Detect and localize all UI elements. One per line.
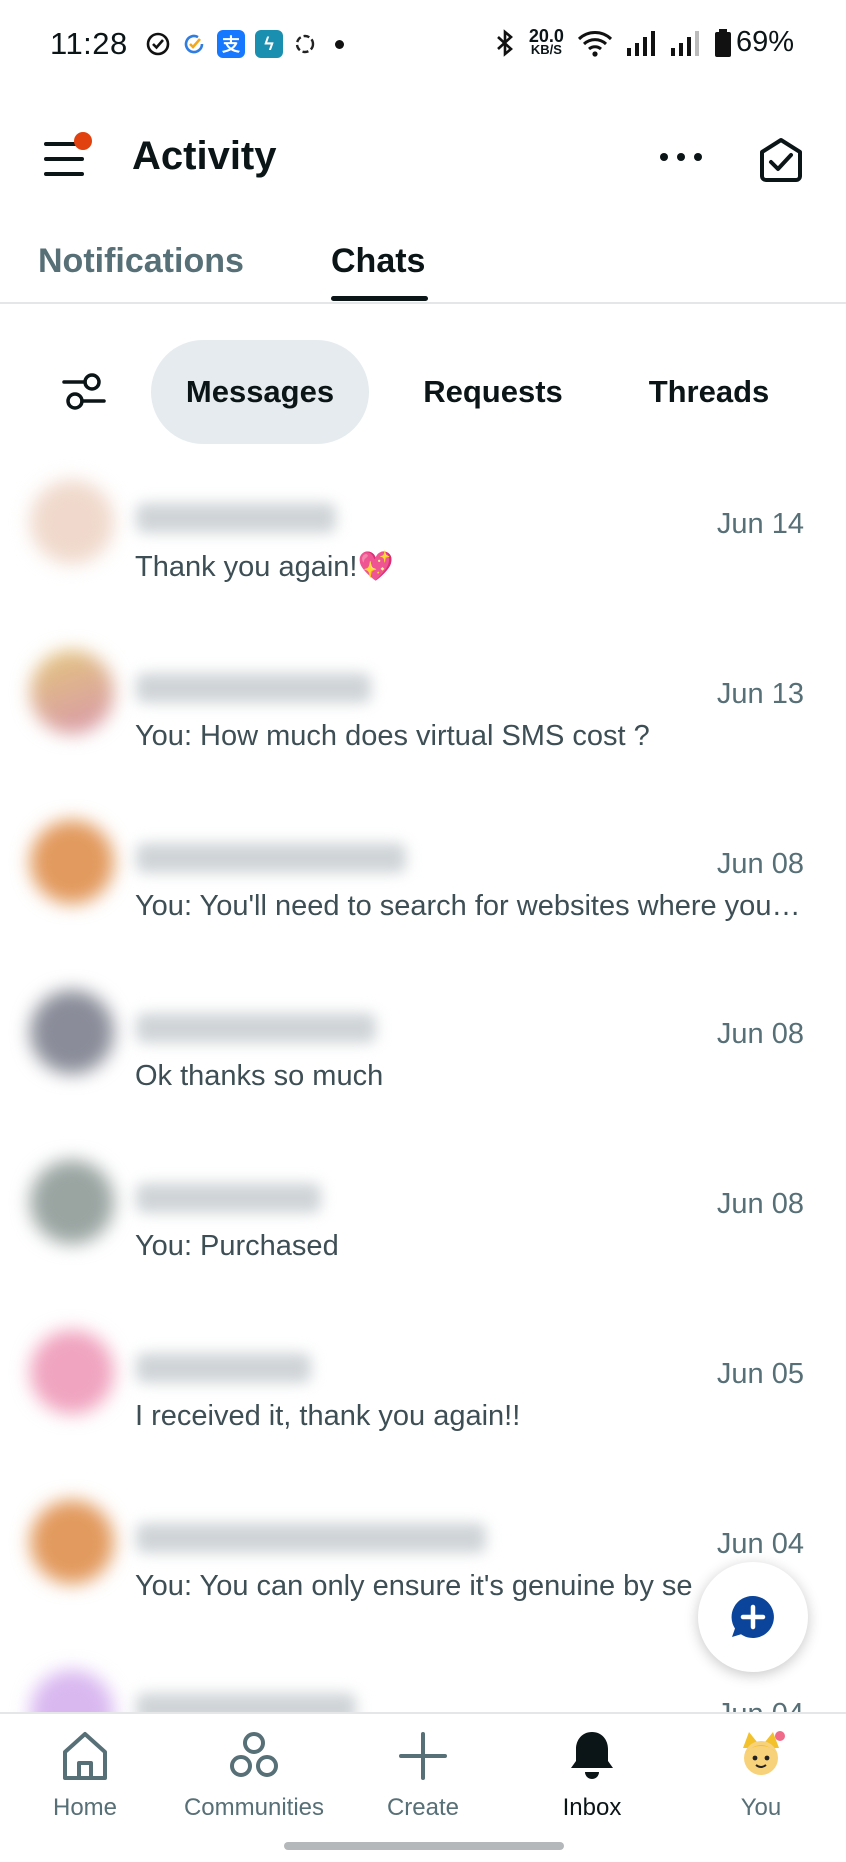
chat-list-item[interactable]: Jun 05 I received it, thank you again!! <box>0 1320 846 1490</box>
chat-preview: You: Purchased <box>135 1230 339 1262</box>
chat-list-item[interactable]: Jun 08 You: Purchased <box>0 1150 846 1320</box>
filter-icon[interactable] <box>62 370 106 414</box>
avatar <box>30 650 114 734</box>
status-notification-icons: 支 ϟ <box>145 30 344 58</box>
avatar <box>30 990 114 1074</box>
mark-read-icon[interactable] <box>756 136 806 186</box>
chat-preview: Ok thanks so much <box>135 1060 384 1092</box>
nav-communities-label: Communities <box>183 1794 325 1821</box>
chat-preview: I received it, thank you again!! <box>135 1400 521 1432</box>
battery-percent: 69% <box>735 26 794 58</box>
chat-username-blurred <box>136 503 336 533</box>
new-chat-button[interactable] <box>698 1562 808 1672</box>
network-speed: 20.0 KB/S <box>529 27 564 57</box>
nav-create-label: Create <box>386 1794 460 1821</box>
nav-communities[interactable]: Communities <box>179 1728 329 1822</box>
status-system-icons: 20.0 KB/S 69% <box>493 26 794 59</box>
battery-icon <box>714 28 731 57</box>
check-circle-icon <box>146 32 170 56</box>
chat-date: Jun 08 <box>716 1018 804 1050</box>
chat-date: Jun 08 <box>716 848 804 880</box>
avatar <box>30 1500 114 1584</box>
notification-dot-icon <box>74 132 92 150</box>
chat-preview: Thank you again!💖 <box>135 551 394 583</box>
wifi-icon <box>577 30 612 57</box>
chat-username-blurred <box>136 1523 486 1553</box>
nav-create[interactable]: Create <box>348 1728 498 1822</box>
battery: 69% <box>714 26 794 59</box>
nav-home-label: Home <box>52 1794 118 1821</box>
nav-inbox-label: Inbox <box>562 1794 622 1821</box>
chat-date: Jun 08 <box>716 1188 804 1220</box>
chat-preview: You: You can only ensure it's genuine by… <box>135 1570 693 1602</box>
tab-active-indicator <box>331 296 428 301</box>
progress-check-icon <box>184 34 204 54</box>
page-title: Activity <box>132 134 277 178</box>
status-time: 11:28 <box>50 26 128 61</box>
chip-messages[interactable]: Messages <box>151 340 369 444</box>
openai-icon <box>295 34 315 54</box>
signal-icon-2 <box>670 30 699 56</box>
alipay-icon: 支 <box>217 30 245 58</box>
nav-home[interactable]: Home <box>10 1728 160 1822</box>
nav-you[interactable]: You <box>686 1728 836 1822</box>
avatar <box>743 1731 785 1775</box>
chat-username-blurred <box>136 843 406 873</box>
chat-date: Jun 13 <box>716 678 804 710</box>
plus-icon <box>399 1732 447 1780</box>
chat-date: Jun 04 <box>716 1528 804 1560</box>
more-notifications-dot-icon <box>335 39 344 49</box>
chat-list-item[interactable]: Jun 14 Thank you again!💖 <box>0 470 846 640</box>
avatar <box>30 480 114 564</box>
communities-icon <box>230 1732 278 1777</box>
signal-icon <box>626 30 655 56</box>
bell-icon <box>571 1732 613 1779</box>
chat-username-blurred <box>136 1183 321 1213</box>
chat-filter-row: Messages Requests Threads <box>0 340 846 444</box>
chat-preview: You: How much does virtual SMS cost ? <box>135 720 650 752</box>
tab-chats[interactable]: Chats <box>331 242 425 281</box>
bolt-app-icon: ϟ <box>255 30 283 58</box>
chat-list-item[interactable]: Jun 08 You: You'll need to search for we… <box>0 810 846 980</box>
chat-list-item[interactable]: Jun 13 You: How much does virtual SMS co… <box>0 640 846 810</box>
avatar <box>30 820 114 904</box>
tab-notifications[interactable]: Notifications <box>38 242 244 281</box>
more-icon <box>660 153 668 161</box>
gesture-bar[interactable] <box>284 1842 564 1850</box>
chat-username-blurred <box>136 1353 311 1383</box>
app-header: Activity <box>0 110 846 210</box>
chip-requests[interactable]: Requests <box>400 340 586 444</box>
more-options-button[interactable] <box>660 150 702 164</box>
network-speed-unit: KB/S <box>530 41 562 57</box>
status-bar: 11:28 支 ϟ 20.0 KB/S 69% <box>0 0 846 92</box>
home-icon <box>63 1732 107 1780</box>
chat-date: Jun 05 <box>716 1358 804 1390</box>
bottom-navigation: Home Communities Create Inbox You <box>0 1712 846 1862</box>
tab-bar: Notifications Chats <box>0 230 846 304</box>
avatar <box>30 1160 114 1244</box>
chat-list-item[interactable]: Jun 08 Ok thanks so much <box>0 980 846 1150</box>
chat-date: Jun 14 <box>716 508 804 540</box>
chip-threads[interactable]: Threads <box>616 340 802 444</box>
chat-username-blurred <box>136 1013 376 1043</box>
avatar <box>30 1330 114 1414</box>
chat-username-blurred <box>136 673 371 703</box>
nav-inbox[interactable]: Inbox <box>517 1728 667 1822</box>
new-chat-icon <box>731 1595 774 1638</box>
chat-preview: You: You'll need to search for websites … <box>135 890 805 922</box>
bluetooth-icon <box>497 28 513 57</box>
nav-you-label: You <box>740 1794 782 1821</box>
